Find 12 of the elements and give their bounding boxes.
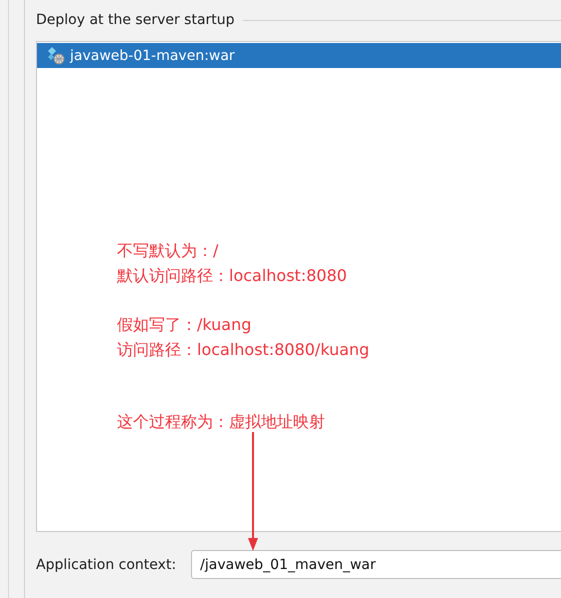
context-label: Application context: bbox=[36, 556, 176, 572]
annotation-text: 不写默认为：/ bbox=[117, 240, 220, 262]
group-title: Deploy at the server startup bbox=[36, 12, 235, 28]
artifact-icon bbox=[46, 46, 66, 66]
annotation-text: 假如写了：/kuang bbox=[117, 314, 252, 336]
annotation-text: 默认访问路径：localhost:8080 bbox=[117, 265, 348, 287]
context-field[interactable]: /javaweb_01_maven_war bbox=[191, 550, 561, 579]
arrow-icon bbox=[247, 432, 259, 551]
annotation-text: 访问路径：localhost:8080/kuang bbox=[117, 339, 370, 361]
annotation-text: 这个过程称为：虚拟地址映射 bbox=[117, 411, 326, 433]
artifact-item[interactable]: javaweb-01-maven:war bbox=[37, 43, 561, 68]
artifact-label: javaweb-01-maven:war bbox=[70, 48, 235, 64]
